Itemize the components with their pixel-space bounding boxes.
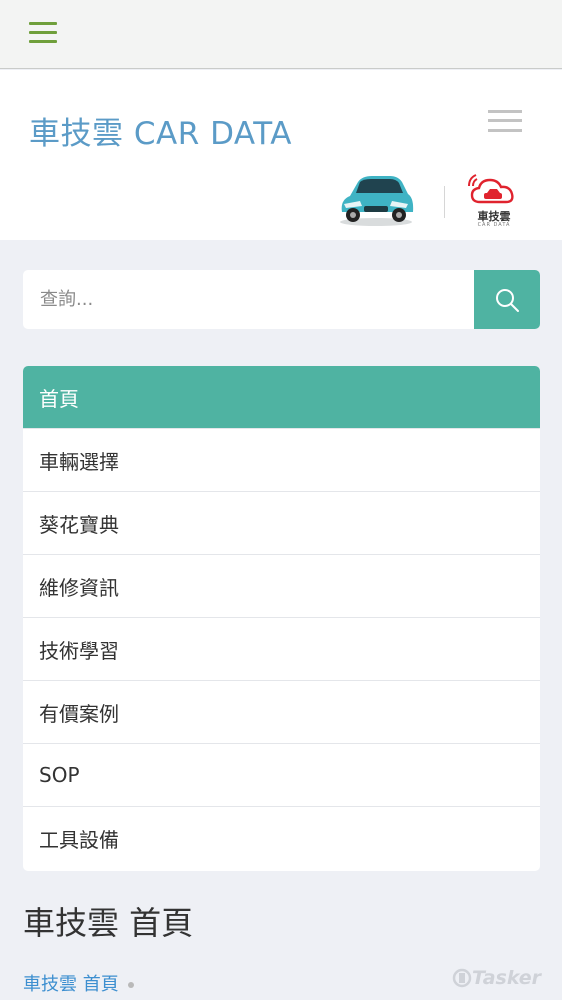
page-title: 車技雲 首頁: [23, 904, 194, 942]
search-icon: [496, 288, 519, 312]
search-bar: [23, 270, 540, 329]
tasker-logo-icon: [452, 968, 472, 988]
breadcrumb: 車技雲 首頁: [23, 970, 134, 996]
cloud-logo-icon: [468, 174, 514, 204]
hamburger-menu-icon[interactable]: [29, 22, 57, 44]
tasker-watermark: Tasker: [452, 967, 541, 989]
menu-item-vehicle-select[interactable]: 車輛選擇: [23, 429, 540, 492]
site-header: 車技雲 CAR DATA 車技雲 CAR DATA: [0, 70, 562, 240]
breadcrumb-separator: [127, 981, 134, 988]
header-menu-icon[interactable]: [488, 108, 522, 134]
cardata-logo[interactable]: 車技雲 CAR DATA: [466, 172, 522, 228]
top-bar: [0, 0, 562, 69]
site-title[interactable]: 車技雲 CAR DATA: [29, 108, 292, 153]
menu-item-tools[interactable]: 工具設備: [23, 807, 540, 870]
menu-item-tech-learning[interactable]: 技術學習: [23, 618, 540, 681]
car-image: [340, 176, 414, 226]
nav-menu: 首頁 車輛選擇 葵花寶典 維修資訊 技術學習 有價案例 SOP 工具設備: [23, 366, 540, 871]
breadcrumb-link-home[interactable]: 車技雲 首頁: [23, 970, 119, 996]
menu-item-guide[interactable]: 葵花寶典: [23, 492, 540, 555]
watermark-text: Tasker: [472, 967, 542, 989]
search-button[interactable]: [474, 270, 540, 329]
menu-item-sop[interactable]: SOP: [23, 744, 540, 807]
header-divider: [444, 186, 445, 218]
menu-item-paid-cases[interactable]: 有價案例: [23, 681, 540, 744]
search-input[interactable]: [23, 270, 474, 329]
menu-item-home[interactable]: 首頁: [23, 366, 540, 429]
menu-item-repair-info[interactable]: 維修資訊: [23, 555, 540, 618]
logo-subtext: CAR DATA: [477, 222, 511, 228]
